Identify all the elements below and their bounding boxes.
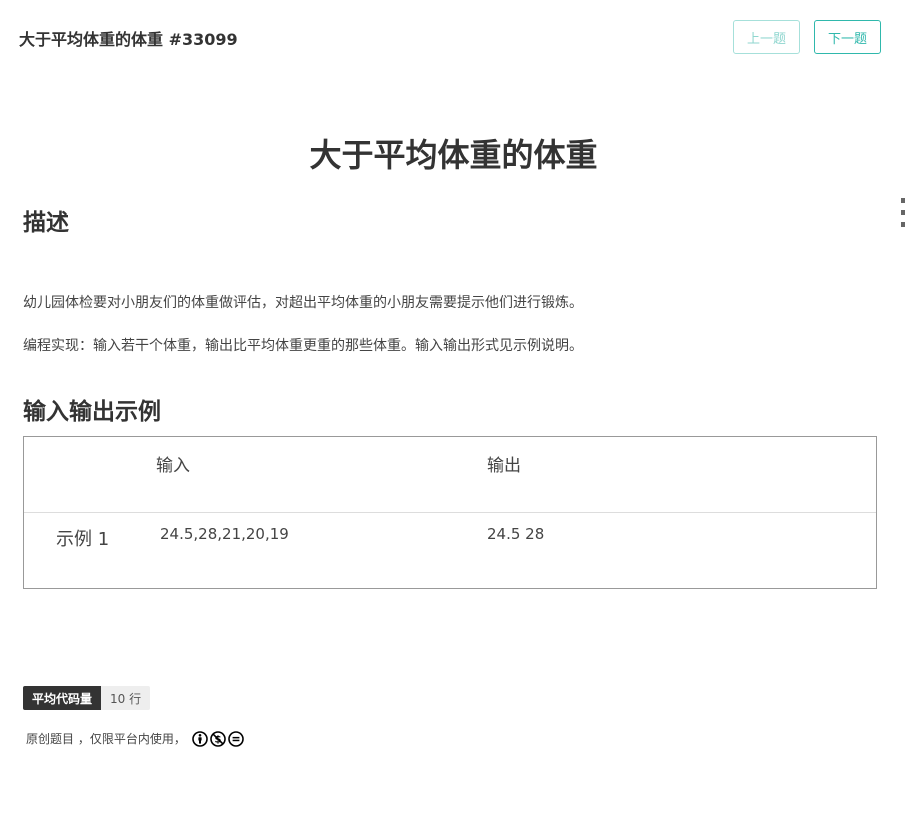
io-examples-table: 输入 输出 示例 1 24.5,28,21,20,19 24.5 28 <box>23 436 877 589</box>
avg-code-length-value: 10 行 <box>101 686 151 710</box>
io-table-header-row: 输入 输出 <box>24 437 876 513</box>
io-column-output-header: 输出 <box>487 456 521 476</box>
description-paragraph-1: 幼儿园体检要对小朋友们的体重做评估，对超出平均体重的小朋友需要提示他们进行锻炼。 <box>23 295 583 311</box>
cc-nc-icon: $ <box>210 730 226 747</box>
description-paragraph-2: 编程实现：输入若干个体重，输出比平均体重更重的那些体重。输入输出形式见示例说明。 <box>23 338 583 354</box>
cc-license-icons: $ <box>192 730 244 747</box>
page-header-title: 大于平均体重的体重 #33099 <box>19 30 238 49</box>
io-column-input-header: 输入 <box>156 456 190 476</box>
next-problem-button[interactable]: 下一题 <box>814 20 881 54</box>
example-row-label: 示例 1 <box>56 529 110 550</box>
description-heading: 描述 <box>23 210 69 236</box>
example-output-value: 24.5 28 <box>487 525 545 543</box>
example-input-value: 24.5,28,21,20,19 <box>160 525 289 543</box>
license-text: 原创题目 ，仅限平台内使用， <box>26 732 186 746</box>
avg-code-length-badge: 平均代码量 10 行 <box>23 686 151 710</box>
problem-title: 大于平均体重的体重 <box>309 136 598 174</box>
prev-problem-button[interactable]: 上一题 <box>733 20 800 54</box>
more-options-icon[interactable] <box>901 198 906 227</box>
avg-code-length-label: 平均代码量 <box>23 686 102 710</box>
license-notice: 原创题目 ，仅限平台内使用， $ <box>26 730 244 747</box>
examples-heading: 输入输出示例 <box>23 399 161 425</box>
cc-by-icon <box>192 730 208 747</box>
cc-nd-icon <box>228 730 244 747</box>
